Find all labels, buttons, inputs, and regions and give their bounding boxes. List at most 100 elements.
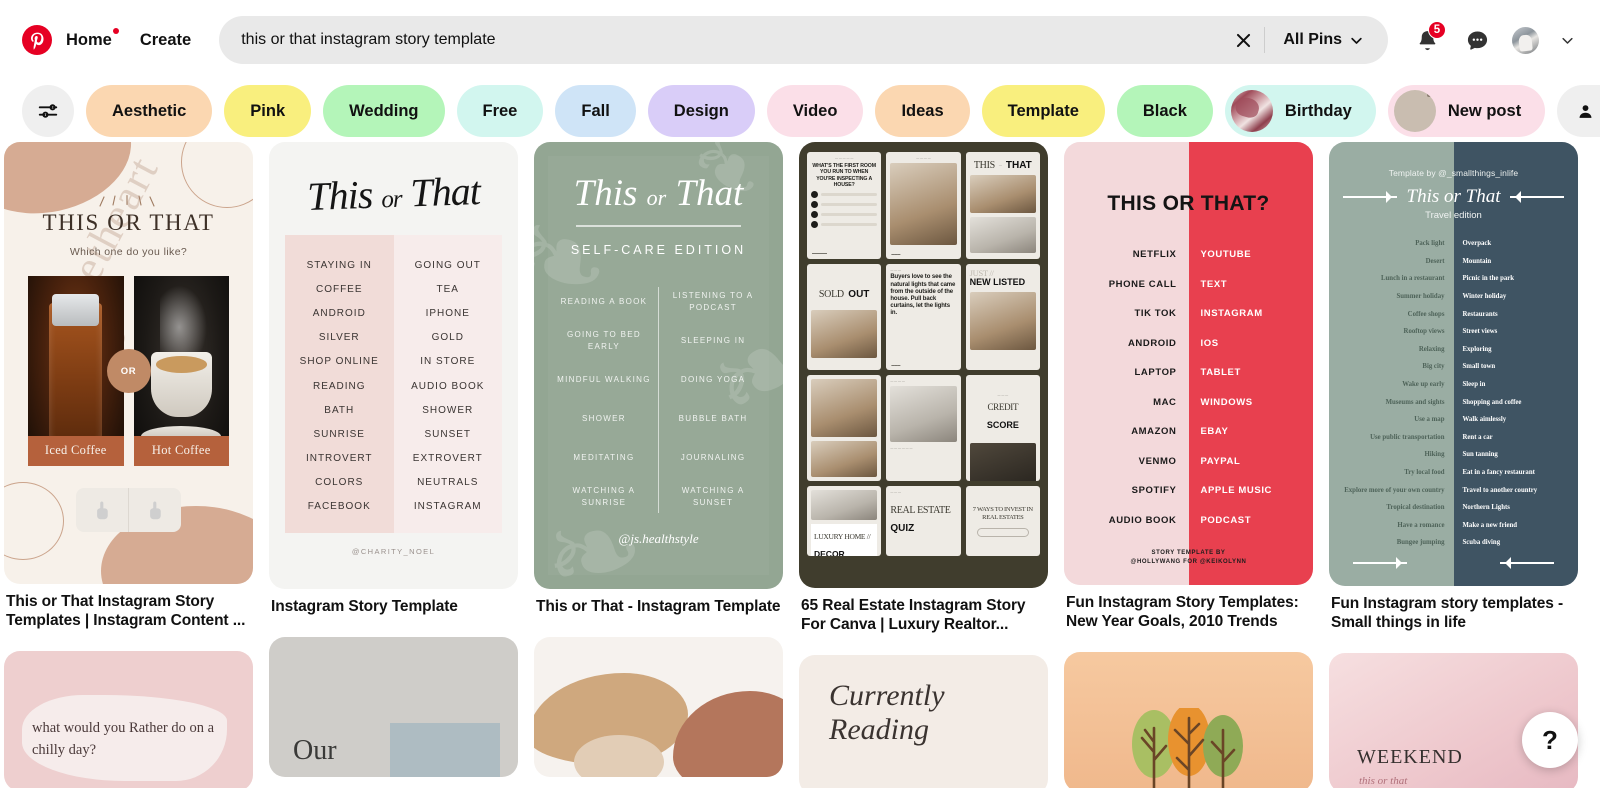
list-item: Walk aimlessly	[1462, 416, 1507, 424]
nav-home[interactable]: Home	[52, 16, 126, 64]
list-item: TEXT	[1200, 278, 1228, 290]
pin-card[interactable]	[1064, 651, 1313, 788]
pin-image[interactable]: ❧ ❧ ❧ ❧ This or That SELF-CARE EDITION R…	[534, 142, 783, 589]
search-bar[interactable]: All Pins	[219, 16, 1388, 64]
list-item: BUBBLE BATH	[678, 414, 748, 423]
pin-image[interactable]: THIS OR THAT? NETFLIX YOUTUBE PHONE CALL T…	[1064, 142, 1313, 585]
chip-label: Video	[792, 101, 838, 120]
pin-image[interactable]: Sweetheart Co THIS OR THAT Which one do …	[4, 142, 253, 584]
comparison-row: Relaxing Exploring	[1329, 341, 1578, 359]
nav-create[interactable]: Create	[126, 16, 205, 64]
filter-chip-free[interactable]: Free	[456, 85, 544, 137]
pin-image[interactable]	[534, 636, 783, 777]
filter-chip-design[interactable]: Design	[647, 85, 755, 137]
pin-image[interactable]: Template by @_smallthings_inlife This or…	[1329, 142, 1578, 586]
filter-chip-birthday[interactable]: Birthday	[1224, 85, 1376, 137]
pin-credit: @CHARITY_NOEL	[351, 547, 436, 557]
pin-card[interactable]: ❧ ❧ ❧ ❧ This or That SELF-CARE EDITION R…	[534, 142, 783, 617]
pin-image[interactable]: Our	[269, 636, 518, 777]
close-icon[interactable]	[1224, 21, 1262, 59]
or-badge: OR	[106, 349, 151, 393]
pin-card[interactable]: This or That STAYING IN COFFEE ANDROID S…	[269, 142, 518, 617]
pin-title: Fun Instagram Story Templates: New Year …	[1066, 594, 1299, 630]
pin-image[interactable]: — — — — — WHAT'S THE FIRST ROOM YOU RUN …	[799, 142, 1048, 588]
pin-image[interactable]: This or That STAYING IN COFFEE ANDROID S…	[269, 142, 518, 589]
list-item: READING	[312, 380, 366, 392]
credit-line-1: STORY TEMPLATE BY	[1151, 550, 1226, 556]
comparison-row: Museums and sights Shopping and coffee	[1329, 393, 1578, 411]
tile-post: QUIZ	[890, 523, 915, 535]
bottom-arrows	[1329, 552, 1578, 569]
list-item: MAC	[1153, 396, 1177, 408]
list-item: Lunch in a restaurant	[1380, 275, 1445, 283]
pin-card[interactable]	[534, 636, 783, 777]
list-item: STAYING IN	[306, 259, 372, 271]
list-item: Hiking	[1424, 451, 1445, 459]
pin-image[interactable]: what would you Rather do on a chilly day…	[4, 650, 253, 788]
template-tile: SOLD OUT	[807, 264, 882, 370]
list-item: Rent a car	[1462, 433, 1493, 441]
help-button[interactable]: ?	[1522, 712, 1578, 768]
pin-title: 65 Real Estate Instagram Story For Canva…	[801, 597, 1026, 633]
grid-column: Sweetheart Co THIS OR THAT Which one do …	[4, 142, 253, 788]
list-item: GOING TO BED EARLY	[566, 330, 641, 351]
notifications-button[interactable]: 5	[1404, 17, 1450, 63]
pin-image[interactable]	[1064, 651, 1313, 788]
filter-chip-aesthetic[interactable]: Aesthetic	[86, 85, 213, 137]
filter-chip-template[interactable]: Template	[981, 85, 1105, 137]
all-pins-dropdown[interactable]: All Pins	[1269, 20, 1382, 60]
pinterest-logo-icon[interactable]	[22, 25, 52, 55]
account-avatar-button[interactable]	[1504, 19, 1546, 61]
pin-card[interactable]: Currently Reading	[799, 654, 1048, 788]
pin-card[interactable]: — — — — — WHAT'S THE FIRST ROOM YOU RUN …	[799, 142, 1048, 635]
script-or: or	[646, 185, 667, 210]
pin-card[interactable]: what would you Rather do on a chilly day…	[4, 650, 253, 788]
filter-chip-new-post[interactable]: New post	[1387, 85, 1546, 137]
list-item: Overpack	[1462, 240, 1492, 248]
filter-chip-video[interactable]: Video	[766, 85, 864, 137]
script-that: That	[675, 173, 744, 214]
filter-chip-pink[interactable]: Pink	[224, 85, 312, 137]
comparison-pair: Iced Coffee Hot Coffee OR	[28, 276, 229, 466]
pin-card[interactable]: THIS OR THAT? NETFLIX YOUTUBE PHONE CALL T…	[1064, 142, 1313, 632]
comparison-row: Rooftop views Street views	[1329, 323, 1578, 341]
comparison-row: Coffee shops Restaurants	[1329, 305, 1578, 323]
grid-column: — — — — — WHAT'S THE FIRST ROOM YOU RUN …	[799, 142, 1048, 788]
pin-overlay: THIS OR THAT? NETFLIX YOUTUBE PHONE CALL T…	[1064, 142, 1313, 585]
filter-sliders-icon[interactable]	[22, 85, 74, 137]
template-tile: JUST // NEW LISTED	[965, 264, 1040, 370]
comparison-row: AMAZON EBAY	[1064, 417, 1313, 447]
pin-card[interactable]: Sweetheart Co THIS OR THAT Which one do …	[4, 142, 253, 631]
pin-text: WEEKEND	[1357, 745, 1463, 768]
list-item: EXTROVERT	[412, 453, 483, 465]
list-item: Have a romance	[1397, 521, 1445, 529]
list-item: Museums and sights	[1385, 398, 1445, 406]
tile-post: OUT	[848, 289, 870, 300]
pin-image[interactable]: Currently Reading	[799, 654, 1048, 788]
list-item: SHOWER	[582, 414, 626, 423]
list-item: EBAY	[1200, 426, 1229, 438]
filter-chip-ideas[interactable]: Ideas	[875, 85, 970, 137]
tile-post: DECOR	[814, 549, 845, 556]
list-item: Desert	[1425, 257, 1445, 265]
comparison-row: AUDIO BOOK PODCAST	[1064, 506, 1313, 536]
messages-button[interactable]	[1454, 17, 1500, 63]
list-item: Relaxing	[1418, 345, 1445, 353]
list-item: TEA	[436, 283, 459, 295]
list-item: COFFEE	[315, 283, 363, 295]
list-item: READING A BOOK	[560, 297, 648, 306]
filter-chip-wedding[interactable]: Wedding	[323, 85, 445, 137]
list-item: Exploring	[1462, 345, 1492, 353]
search-input[interactable]	[241, 31, 1225, 49]
template-tile: — — — Buyers love to see the natural lig…	[886, 264, 961, 370]
option-right-label: Hot Coffee	[133, 436, 229, 466]
account-menu-button[interactable]	[1550, 20, 1584, 60]
pin-card[interactable]: Template by @_smallthings_inlife This or…	[1329, 142, 1578, 633]
comparison-row: Bungee jumping Scuba diving	[1329, 534, 1578, 552]
filter-chip-profiles[interactable]: Profiles	[1557, 85, 1600, 137]
filter-chip-fall[interactable]: Fall	[555, 85, 636, 137]
list-item: Shopping and coffee	[1462, 398, 1522, 406]
pin-card[interactable]: Our	[269, 636, 518, 777]
template-tile: — — — — — WHAT'S THE FIRST ROOM YOU RUN …	[807, 152, 882, 259]
filter-chip-black[interactable]: Black	[1116, 85, 1213, 137]
